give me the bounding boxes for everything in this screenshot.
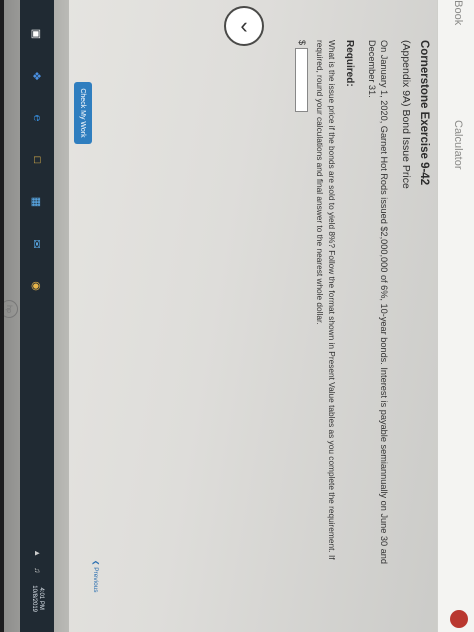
chevron-left-icon: ❮ [92,560,99,566]
exercise-content: Cornerstone Exercise 9-42 (Appendix 9A) … [295,40,430,600]
clock-date: 10/8/2019 [31,585,37,612]
windows-taskbar: ▣ ❖ ℮ □ ▦ ✉ ◉ ▲ ♫ 4:01 PM 10/8/2019 [20,0,54,632]
task-view-icon[interactable]: ▣ [29,26,45,42]
chevron-left-icon: ‹ [240,13,248,38]
app-icon [450,610,468,628]
previous-label: Previous [92,567,99,593]
collapse-panel-button[interactable]: ‹ [224,6,264,46]
exercise-title: Cornerstone Exercise 9-42 [418,40,430,186]
issue-price-input[interactable] [295,48,309,113]
store-icon[interactable]: ▦ [29,194,45,210]
mail-icon[interactable]: ✉ [29,236,45,252]
exercise-body: On January 1, 2020, Garnet Hot Rods issu… [366,40,389,565]
volume-icon[interactable]: ♫ [32,567,42,577]
clock-time: 4:01 PM [37,587,44,610]
ebook-link[interactable]: eBook [452,0,464,25]
dropbox-icon[interactable]: ❖ [29,68,45,84]
system-clock[interactable]: 4:01 PM 10/8/2019 [30,585,44,612]
check-my-work-button[interactable]: Check My Work [74,82,92,144]
calculator-link[interactable]: Calculator [452,120,464,170]
network-icon[interactable]: ▲ [32,549,42,559]
exercise-question: What is the issue price if the bonds are… [315,40,338,560]
exercise-subtitle: (Appendix 9A) Bond Issue Price [400,40,412,189]
previous-link[interactable]: ❮ Previous [92,560,100,593]
laptop-screen: eBook Calculator ‹ Cornerstone Exercise … [4,0,474,632]
chrome-icon[interactable]: ◉ [29,278,45,294]
currency-symbol: $ [296,40,307,46]
rotated-content: eBook Calculator ‹ Cornerstone Exercise … [4,0,474,632]
edge-icon[interactable]: ℮ [29,110,45,126]
file-explorer-icon[interactable]: □ [29,152,45,168]
answer-row: $ [295,40,309,600]
top-toolbar: eBook Calculator [437,0,474,632]
required-label: Required: [344,40,356,87]
